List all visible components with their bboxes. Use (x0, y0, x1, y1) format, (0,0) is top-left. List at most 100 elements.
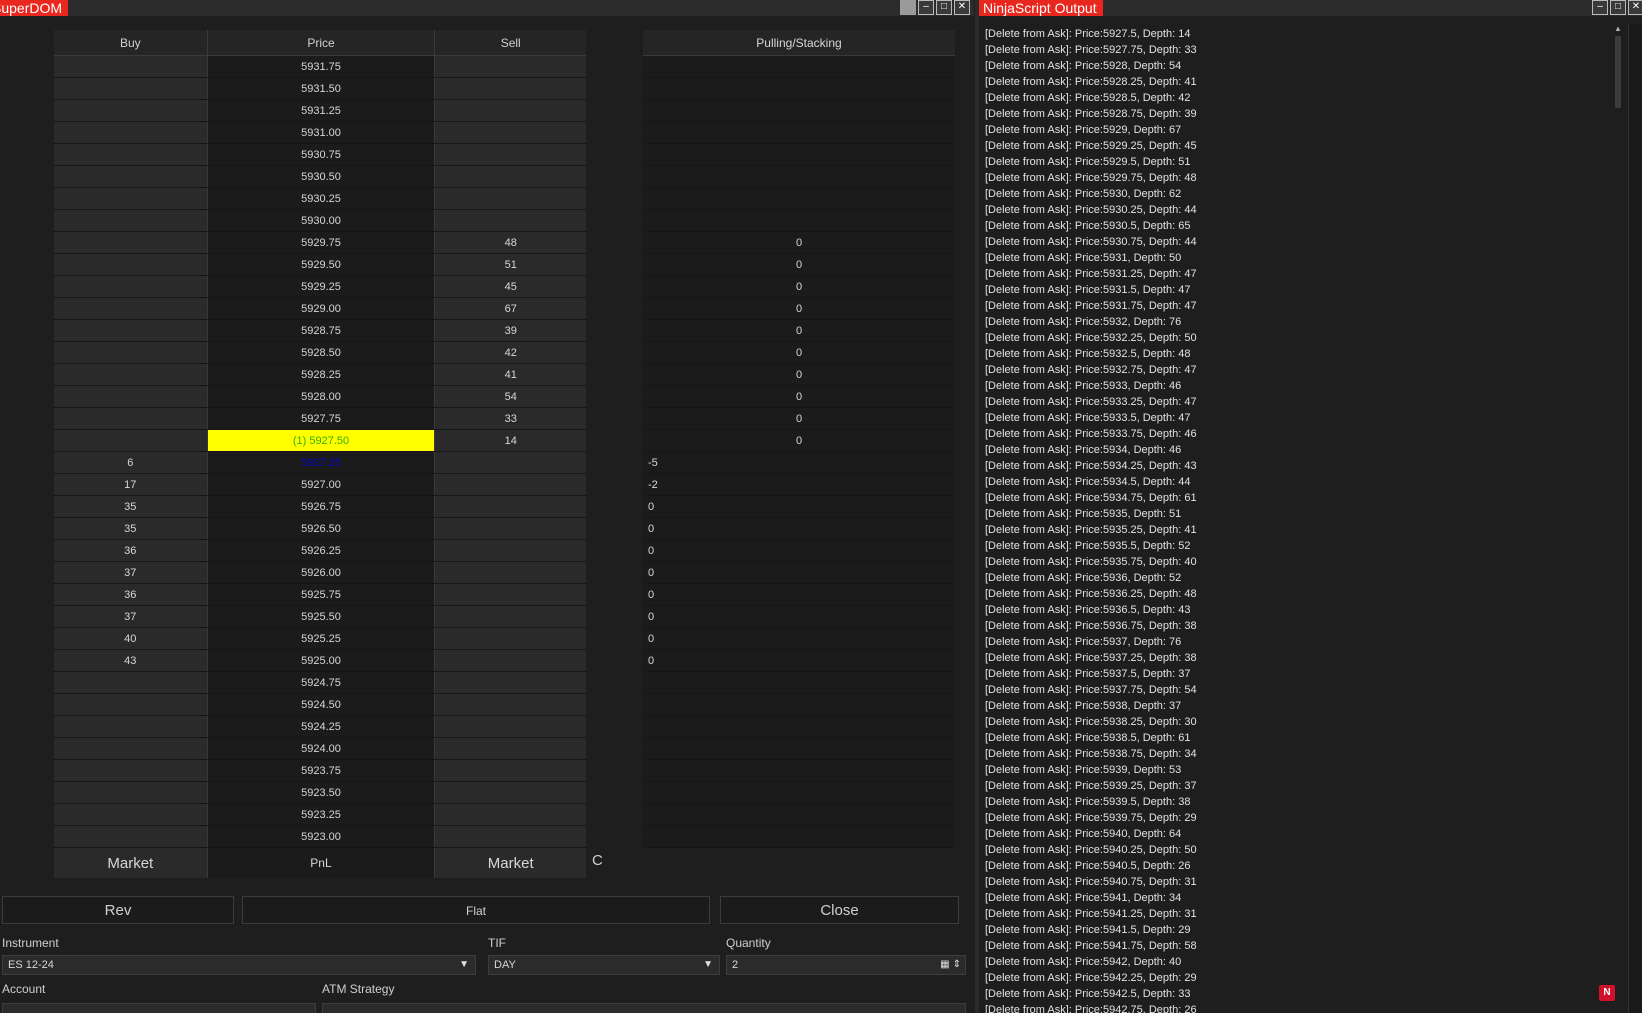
sell-cell[interactable] (434, 671, 586, 694)
buy-cell[interactable] (54, 429, 208, 452)
buy-cell[interactable]: 36 (54, 583, 208, 606)
price-cell[interactable]: 5928.00 (206, 385, 436, 408)
sell-cell[interactable] (434, 781, 586, 804)
reverse-button[interactable]: Rev (2, 896, 234, 924)
buy-cell[interactable] (54, 231, 208, 254)
buy-cell[interactable]: 6 (54, 451, 208, 474)
sell-cell[interactable] (434, 99, 586, 122)
price-cell[interactable]: 5928.75 (206, 319, 436, 342)
buy-cell[interactable]: 17 (54, 473, 208, 496)
price-cell[interactable]: 5928.50 (206, 341, 436, 364)
buy-cell[interactable] (54, 209, 208, 232)
buy-cell[interactable] (54, 275, 208, 298)
instrument-select[interactable]: ES 12-24 ▼ (2, 955, 476, 975)
price-cell[interactable]: 5927.00 (206, 473, 436, 496)
price-cell[interactable]: (1) 5927.50 (206, 429, 436, 452)
price-cell[interactable]: 5925.75 (206, 583, 436, 606)
price-cell[interactable]: 5923.00 (206, 825, 436, 848)
price-cell[interactable]: 5923.25 (206, 803, 436, 826)
buy-market-button[interactable]: Market (54, 847, 208, 878)
scroll-up-icon[interactable]: ▲ (1614, 24, 1622, 33)
price-cell[interactable]: 5929.75 (206, 231, 436, 254)
buy-cell[interactable] (54, 825, 208, 848)
scrollbar-thumb[interactable] (1615, 36, 1621, 108)
buy-cell[interactable] (54, 319, 208, 342)
maximize-icon[interactable]: □ (1610, 0, 1626, 15)
price-cell[interactable]: 5927.75 (206, 407, 436, 430)
sell-cell[interactable] (434, 605, 586, 628)
sell-cell[interactable] (434, 759, 586, 782)
buy-cell[interactable] (54, 737, 208, 760)
price-cell[interactable]: 5927.25 (206, 451, 436, 474)
price-cell[interactable]: 5930.75 (206, 143, 436, 166)
sell-cell[interactable]: 33 (434, 407, 586, 430)
chevron-down-icon[interactable]: ▼ (459, 956, 469, 974)
minimize-icon[interactable]: – (918, 0, 934, 15)
account-select[interactable] (2, 1003, 316, 1013)
sell-cell[interactable] (434, 209, 586, 232)
sell-market-button[interactable]: Market (434, 847, 586, 878)
price-cell[interactable]: 5929.25 (206, 275, 436, 298)
buy-cell[interactable] (54, 407, 208, 430)
sell-cell[interactable] (434, 561, 586, 584)
buy-cell[interactable]: 43 (54, 649, 208, 672)
price-cell[interactable]: 5930.00 (206, 209, 436, 232)
price-cell[interactable]: 5929.50 (206, 253, 436, 276)
buy-cell[interactable] (54, 297, 208, 320)
price-cell[interactable]: 5929.00 (206, 297, 436, 320)
price-cell[interactable]: 5923.50 (206, 781, 436, 804)
price-cell[interactable]: 5930.50 (206, 165, 436, 188)
buy-cell[interactable] (54, 165, 208, 188)
sell-cell[interactable] (434, 825, 586, 848)
sell-cell[interactable] (434, 517, 586, 540)
buy-cell[interactable]: 37 (54, 561, 208, 584)
minimize-icon[interactable]: – (1592, 0, 1608, 15)
price-cell[interactable]: 5923.75 (206, 759, 436, 782)
sell-cell[interactable]: 67 (434, 297, 586, 320)
spinner-icon[interactable]: ⇕ (953, 956, 961, 974)
buy-cell[interactable] (54, 693, 208, 716)
price-cell[interactable]: 5926.00 (206, 561, 436, 584)
sell-cell[interactable] (434, 693, 586, 716)
buy-cell[interactable]: 35 (54, 517, 208, 540)
price-cell[interactable]: 5925.00 (206, 649, 436, 672)
price-cell[interactable]: 5926.75 (206, 495, 436, 518)
output-scrollbar[interactable]: ▲ (1612, 24, 1626, 1013)
buy-cell[interactable]: 36 (54, 539, 208, 562)
cancel-orders-label[interactable]: C (592, 852, 603, 869)
buy-cell[interactable] (54, 803, 208, 826)
sell-cell[interactable] (434, 165, 586, 188)
price-cell[interactable]: 5930.25 (206, 187, 436, 210)
ninja-tray-icon[interactable]: N (1599, 985, 1615, 1001)
sell-cell[interactable] (434, 539, 586, 562)
quantity-stepper[interactable]: 2 ▦ ⇕ (726, 955, 966, 975)
sell-cell[interactable] (434, 77, 586, 100)
price-cell[interactable]: 5924.25 (206, 715, 436, 738)
tif-select[interactable]: DAY ▼ (488, 955, 720, 975)
price-cell[interactable]: 5926.50 (206, 517, 436, 540)
sell-cell[interactable] (434, 627, 586, 650)
buy-cell[interactable] (54, 187, 208, 210)
sell-cell[interactable] (434, 583, 586, 606)
buy-cell[interactable] (54, 385, 208, 408)
buy-cell[interactable] (54, 759, 208, 782)
price-cell[interactable]: 5924.50 (206, 693, 436, 716)
sell-cell[interactable] (434, 803, 586, 826)
buy-cell[interactable] (54, 143, 208, 166)
maximize-icon[interactable]: □ (936, 0, 952, 15)
buy-cell[interactable] (54, 77, 208, 100)
buy-cell[interactable] (54, 363, 208, 386)
price-cell[interactable]: 5924.00 (206, 737, 436, 760)
sell-cell[interactable] (434, 737, 586, 760)
price-cell[interactable]: 5925.25 (206, 627, 436, 650)
price-cell[interactable]: 5931.50 (206, 77, 436, 100)
buy-cell[interactable] (54, 253, 208, 276)
price-cell[interactable]: 5928.25 (206, 363, 436, 386)
sell-cell[interactable] (434, 55, 586, 78)
price-cell[interactable]: 5931.25 (206, 99, 436, 122)
buy-cell[interactable]: 40 (54, 627, 208, 650)
sell-cell[interactable] (434, 495, 586, 518)
buy-cell[interactable] (54, 715, 208, 738)
sell-cell[interactable] (434, 473, 586, 496)
restore-icon[interactable] (900, 0, 916, 15)
